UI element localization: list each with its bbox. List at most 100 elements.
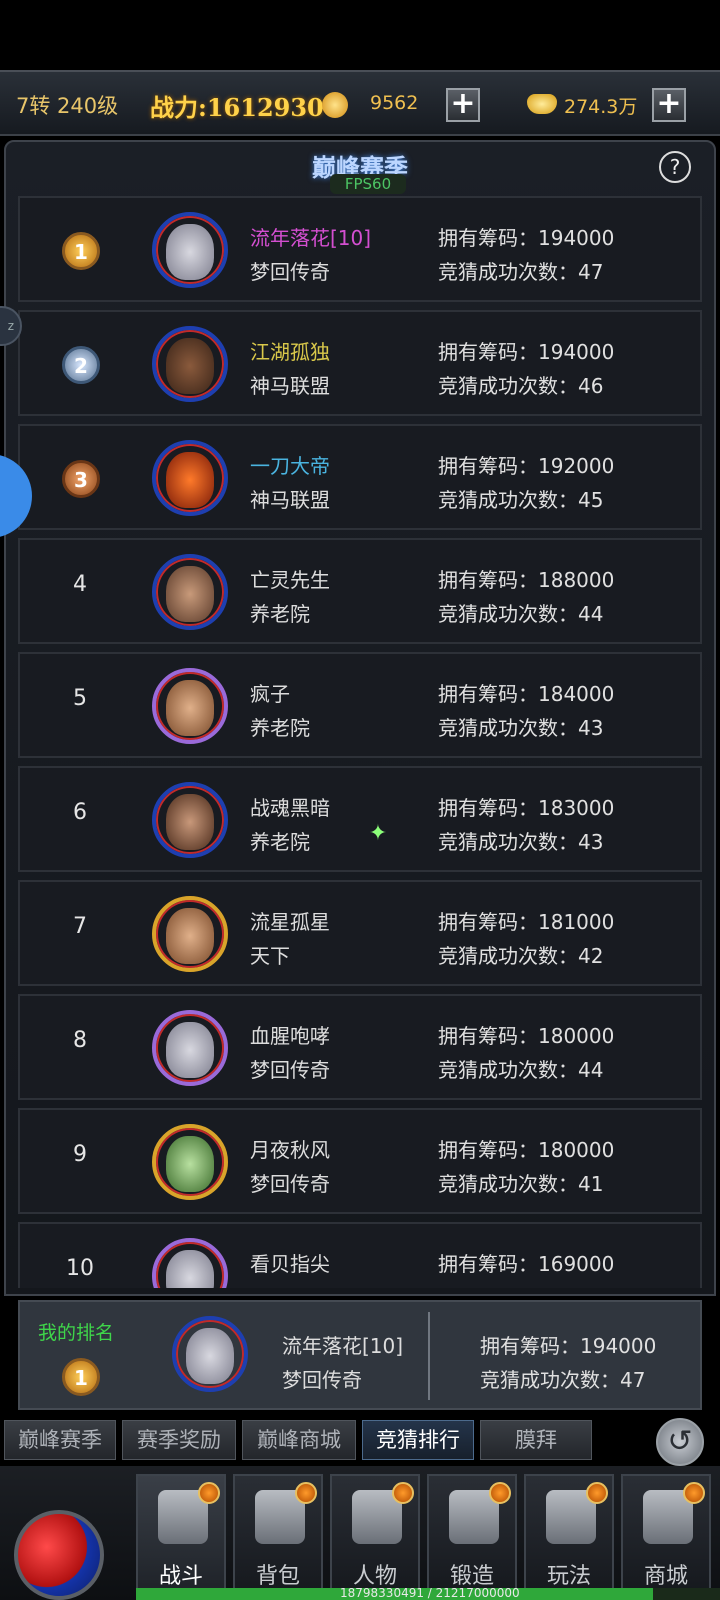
rank-number: 4: [73, 572, 87, 597]
add-gold-button[interactable]: +: [652, 88, 686, 122]
my-chips: 拥有筹码：194000: [480, 1334, 657, 1358]
ranking-row[interactable]: 3 一刀大帝 神马联盟 拥有筹码：192000 竞猜成功次数：45: [18, 424, 702, 530]
ranking-row[interactable]: 2 江湖孤独神马联盟 拥有筹码：194000 竞猜成功次数：46: [18, 310, 702, 416]
betting-wins: 竞猜成功次数：43: [438, 716, 604, 740]
notification-dot-icon: [295, 1482, 317, 1504]
nav-shop[interactable]: 商城: [621, 1474, 711, 1592]
chips-count: 拥有筹码：184000: [438, 682, 615, 706]
nav-forge[interactable]: 锻造: [427, 1474, 517, 1592]
help-button[interactable]: ?: [659, 151, 691, 183]
player-name: 看贝指尖: [250, 1252, 330, 1276]
ranking-row[interactable]: 8 血腥咆哮 梦回传奇 拥有筹码：180000 竞猜成功次数：44: [18, 994, 702, 1100]
status-bar: [0, 0, 720, 70]
avatar[interactable]: [152, 1010, 228, 1086]
sparkle-effect: ✦: [368, 821, 388, 846]
xp-text: 18798330491 / 21217000000: [340, 1586, 520, 1600]
coin-amount: 9562: [370, 92, 419, 114]
nav-battle[interactable]: 战斗: [136, 1474, 226, 1592]
my-rank-card: 我的排名 1 流年落花[10] 梦回传奇 拥有筹码：194000 竞猜成功次数：…: [18, 1300, 702, 1410]
chips-count: 拥有筹码：180000: [438, 1024, 615, 1048]
divider: [428, 1312, 430, 1400]
avatar[interactable]: [152, 326, 228, 402]
gold-amount: 274.3万: [564, 96, 638, 118]
betting-wins: 竞猜成功次数：46: [438, 374, 604, 398]
notification-dot-icon: [392, 1482, 414, 1504]
ranking-row[interactable]: 10 看贝指尖 拥有筹码：169000: [18, 1222, 702, 1288]
tab-peak-season[interactable]: 巅峰赛季: [4, 1420, 116, 1460]
player-name: 疯子: [250, 682, 290, 706]
ranking-row[interactable]: 5 疯子养老院 拥有筹码：184000 竞猜成功次数：43: [18, 652, 702, 758]
tab-bar: 巅峰赛季 赛季奖励 巅峰商城 竞猜排行 膜拜: [0, 1418, 720, 1466]
rank-1-medal-icon: 1: [62, 1358, 100, 1396]
player-name: 月夜秋风: [250, 1138, 330, 1162]
avatar[interactable]: [152, 554, 228, 630]
avatar[interactable]: [152, 896, 228, 972]
my-rank-label: 我的排名: [38, 1322, 115, 1344]
ranking-row[interactable]: 9 月夜秋风 梦回传奇 拥有筹码：180000 竞猜成功次数：41: [18, 1108, 702, 1214]
betting-wins: 竞猜成功次数：45: [438, 488, 604, 512]
betting-wins: 竞猜成功次数：42: [438, 944, 604, 968]
rank-number: 5: [73, 686, 87, 711]
tab-worship[interactable]: 膜拜: [480, 1420, 592, 1460]
notification-dot-icon: [683, 1482, 705, 1504]
chips-count: 拥有筹码：194000: [438, 340, 615, 364]
nav-gameplay-label: 玩法: [546, 1564, 591, 1589]
nav-shop-label: 商城: [643, 1564, 688, 1589]
player-name: 流年落花[10]: [250, 226, 372, 250]
nav-gameplay[interactable]: 玩法: [524, 1474, 614, 1592]
player-name: 战魂黑暗: [250, 796, 330, 820]
avatar[interactable]: [152, 1238, 228, 1288]
betting-wins: 竞猜成功次数：47: [438, 260, 604, 284]
nav-bag-label: 背包: [255, 1564, 300, 1589]
avatar[interactable]: [152, 212, 228, 288]
rank-number: 8: [73, 1028, 87, 1053]
tab-peak-shop[interactable]: 巅峰商城: [242, 1420, 356, 1460]
avatar[interactable]: [152, 782, 228, 858]
player-name: 江湖孤独: [250, 340, 330, 364]
ranking-row[interactable]: 4 亡灵先生 养老院 拥有筹码：188000 竞猜成功次数：44: [18, 538, 702, 644]
player-name: 血腥咆哮: [250, 1024, 330, 1048]
ranking-list[interactable]: 1 流年落花[10] 梦回传奇 拥有筹码：194000 竞猜成功次数：47 2 江湖孤独 神马…: [0, 196, 720, 1288]
avatar[interactable]: [152, 668, 228, 744]
avatar[interactable]: [152, 440, 228, 516]
guild-name: 养老院: [250, 602, 310, 626]
ranking-row[interactable]: 6 战魂黑暗 养老院 拥有筹码：183000 竞猜成功次数：43: [18, 766, 702, 872]
ranking-row[interactable]: 1 流年落花[10] 梦回传奇 拥有筹码：194000 竞猜成功次数：47: [18, 196, 702, 302]
nav-battle-label: 战斗: [158, 1564, 203, 1589]
nav-character[interactable]: 人物: [330, 1474, 420, 1592]
chips-count: 拥有筹码：188000: [438, 568, 615, 592]
back-button[interactable]: ↺: [656, 1418, 704, 1466]
rank-number: 10: [66, 1256, 94, 1281]
nav-bag[interactable]: 背包: [233, 1474, 323, 1592]
rank-number: 6: [73, 800, 87, 825]
combat-power: 战力:1612930: [150, 93, 324, 122]
guild-name: 神马联盟: [250, 374, 330, 398]
betting-wins: 竞猜成功次数：44: [438, 602, 604, 626]
ranking-row[interactable]: 7 流星孤星 天下 拥有筹码：181000 竞猜成功次数：42: [18, 880, 702, 986]
chips-count: 拥有筹码：183000: [438, 796, 615, 820]
player-name: 一刀大帝: [250, 454, 330, 478]
my-player-name: 流年落花[10]: [282, 1334, 404, 1358]
add-coins-button[interactable]: +: [446, 88, 480, 122]
chips-count: 拥有筹码：194000: [438, 226, 615, 250]
guild-name: 梦回传奇: [250, 1058, 330, 1082]
notification-dot-icon: [586, 1482, 608, 1504]
my-guild-name: 梦回传奇: [282, 1368, 362, 1392]
rank-medal-icon: 2: [62, 346, 100, 384]
chips-count: 拥有筹码：169000: [438, 1252, 615, 1276]
top-resource-bar: 7转 240级 战力:1612930 9562 + 274.3万 +: [0, 70, 720, 136]
coin-icon: [322, 92, 348, 118]
my-wins: 竞猜成功次数：47: [480, 1368, 646, 1392]
avatar[interactable]: [152, 1124, 228, 1200]
health-mana-orb[interactable]: [14, 1510, 104, 1600]
guild-name: 梦回传奇: [250, 1172, 330, 1196]
guild-name: 天下: [250, 944, 290, 968]
avatar[interactable]: [172, 1316, 248, 1392]
player-name: 流星孤星: [250, 910, 330, 934]
notification-dot-icon: [489, 1482, 511, 1504]
rank-number: 9: [73, 1142, 87, 1167]
tab-season-rewards[interactable]: 赛季奖励: [122, 1420, 236, 1460]
tab-betting-ranking[interactable]: 竞猜排行: [362, 1420, 474, 1460]
guild-name: 养老院: [250, 716, 310, 740]
betting-wins: 竞猜成功次数：41: [438, 1172, 604, 1196]
